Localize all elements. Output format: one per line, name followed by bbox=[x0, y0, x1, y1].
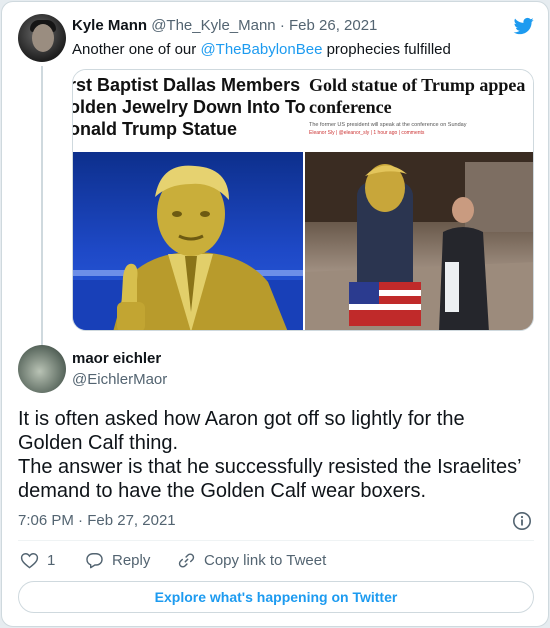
right-article-byline: Eleanor Sly | @eleanor_sly | 1 hour ago … bbox=[309, 130, 425, 136]
copy-link-label: Copy link to Tweet bbox=[204, 552, 327, 569]
link-icon bbox=[178, 553, 195, 568]
author-handle[interactable]: @EichlerMaor bbox=[72, 371, 167, 388]
conference-statue-photo bbox=[305, 152, 533, 330]
media-image-right[interactable]: Gold statue of Trump appea conference Th… bbox=[305, 70, 533, 330]
divider bbox=[18, 540, 534, 541]
reply-button[interactable]: Reply bbox=[85, 551, 150, 570]
tweet-card: Kyle Mann @The_Kyle_Mann · Feb 26, 2021 … bbox=[1, 1, 549, 627]
parent-author-name[interactable]: Kyle Mann bbox=[72, 17, 147, 34]
right-article-headline: Gold statue of Trump appea conference bbox=[309, 75, 526, 117]
parent-header: Kyle Mann @The_Kyle_Mann · Feb 26, 2021 bbox=[72, 17, 377, 34]
reply-label: Reply bbox=[112, 552, 151, 569]
explore-twitter-button[interactable]: Explore what's happening on Twitter bbox=[18, 581, 534, 613]
parent-date[interactable]: Feb 26, 2021 bbox=[289, 17, 377, 34]
separator-dot: · bbox=[279, 17, 285, 34]
golden-statue-photo bbox=[73, 152, 303, 330]
right-article-subtitle: The former US president will speak at th… bbox=[309, 122, 467, 128]
parent-author-handle[interactable]: @The_Kyle_Mann bbox=[151, 17, 275, 34]
tweet-media[interactable]: rst Baptist Dallas Members M olden Jewel… bbox=[72, 69, 534, 331]
media-image-left[interactable]: rst Baptist Dallas Members M olden Jewel… bbox=[73, 70, 320, 330]
like-count: 1 bbox=[47, 552, 56, 569]
tweet-timestamp[interactable]: 7:06 PM · Feb 27, 2021 bbox=[18, 512, 176, 529]
parent-avatar[interactable] bbox=[18, 14, 66, 62]
tweet-body: It is often asked how Aaron got off so l… bbox=[18, 408, 522, 502]
info-icon[interactable] bbox=[512, 511, 532, 531]
reply-bubble-icon bbox=[86, 553, 103, 569]
copy-link-button[interactable]: Copy link to Tweet bbox=[177, 551, 326, 570]
left-article-headline: rst Baptist Dallas Members M olden Jewel… bbox=[72, 75, 320, 139]
thread-line bbox=[41, 66, 43, 351]
mention-link[interactable]: @TheBabylonBee bbox=[200, 41, 322, 58]
twitter-bird-icon[interactable] bbox=[512, 16, 536, 36]
parent-tweet-text: Another one of our @TheBabylonBee prophe… bbox=[72, 41, 451, 58]
author-avatar[interactable] bbox=[18, 345, 66, 393]
heart-icon bbox=[20, 553, 39, 569]
author-name[interactable]: maor eichler bbox=[72, 350, 161, 367]
like-button[interactable]: 1 bbox=[20, 551, 55, 570]
